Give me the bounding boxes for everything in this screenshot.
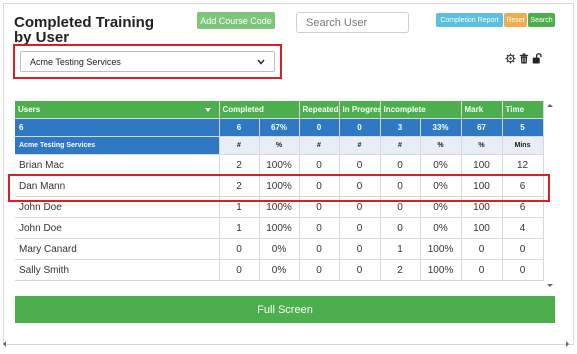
user-name[interactable]: Sally Smith	[15, 259, 220, 281]
full-screen-button[interactable]: Full Screen	[15, 296, 555, 323]
table-cell: 0%	[420, 154, 462, 176]
totals-cell: 0	[299, 118, 340, 137]
totals-cell: 3	[380, 118, 421, 137]
column-header-users[interactable]: Users	[15, 101, 220, 119]
scroll-down-icon	[547, 284, 553, 287]
table-cell: 0	[219, 238, 260, 260]
unit-cell: #	[219, 136, 260, 155]
table-cell: 100%	[259, 154, 300, 176]
table-cell: 12	[502, 154, 544, 176]
table-cell: 0	[299, 154, 340, 176]
table-actions	[505, 53, 543, 64]
table-row[interactable]: John Doe 1 100% 0 0 0 0% 100 4	[15, 217, 544, 239]
table-cell: 0%	[259, 259, 300, 281]
table-scrollbar[interactable]	[545, 101, 555, 290]
page-title-line2: by User	[14, 29, 70, 46]
table-cell: 0	[299, 238, 340, 260]
unit-cell: %	[259, 136, 300, 155]
unit-cell: %	[461, 136, 503, 155]
table-cell: 0%	[259, 238, 300, 260]
table-cell: 4	[502, 217, 544, 239]
table-cell: 100	[461, 217, 503, 239]
column-header-users-label: Users	[18, 105, 41, 114]
sort-icon[interactable]	[204, 108, 211, 112]
table-cell: 2	[219, 154, 260, 176]
search-button[interactable]: Search	[528, 13, 555, 27]
add-course-code-button[interactable]: Add Course Code	[197, 12, 275, 29]
group-row: Acme Testing Services # % # # # % % Mins	[15, 136, 544, 155]
unit-cell: #	[299, 136, 340, 155]
totals-cell: 33%	[420, 118, 462, 137]
table-cell: 0	[461, 238, 503, 260]
column-header-incomplete[interactable]: Incomplete	[380, 101, 462, 119]
totals-users: 6	[15, 118, 220, 137]
totals-cell: 5	[502, 118, 544, 137]
unlock-icon[interactable]	[532, 53, 543, 64]
trash-icon[interactable]	[519, 53, 529, 64]
unit-cell: #	[380, 136, 421, 155]
gear-icon[interactable]	[505, 53, 516, 64]
user-name[interactable]: John Doe	[15, 217, 220, 239]
row-highlight	[8, 174, 550, 202]
table-cell: 100%	[259, 217, 300, 239]
table-cell: 0	[502, 259, 544, 281]
unit-cell: Mins	[502, 136, 544, 155]
table-cell: 0	[502, 238, 544, 260]
totals-row: 6 6 67% 0 0 3 33% 67 5	[15, 118, 544, 137]
column-header-repeated[interactable]: Repeated	[299, 101, 340, 119]
unit-cell: %	[420, 136, 462, 155]
totals-cell: 0	[339, 118, 381, 137]
organization-select[interactable]: Acme Testing Services	[20, 51, 275, 72]
table-cell: 0	[339, 154, 381, 176]
column-header-completed[interactable]: Completed	[219, 101, 300, 119]
table-cell: 0	[339, 238, 381, 260]
table-cell: 100%	[420, 238, 462, 260]
scroll-right-icon	[566, 341, 569, 347]
user-name[interactable]: Mary Canard	[15, 238, 220, 260]
group-name[interactable]: Acme Testing Services	[15, 136, 220, 155]
table-cell: 1	[219, 217, 260, 239]
page-title-line1: Completed Training	[14, 14, 155, 31]
table-cell: 0	[339, 217, 381, 239]
table-row[interactable]: Brian Mac 2 100% 0 0 0 0% 100 12	[15, 154, 544, 176]
table-cell: 0	[461, 259, 503, 281]
table-cell: 1	[380, 238, 421, 260]
unit-cell: #	[339, 136, 381, 155]
column-header-mark[interactable]: Mark	[461, 101, 503, 119]
table-header: Users Completed Repeated In Progress Inc…	[15, 101, 544, 119]
table-cell: 0	[380, 217, 421, 239]
table-row[interactable]: Sally Smith 0 0% 0 0 2 100% 0 0	[15, 259, 544, 281]
table-cell: 0	[339, 259, 381, 281]
organization-select-value: Acme Testing Services	[30, 56, 121, 67]
table-cell: 0%	[420, 217, 462, 239]
table-cell: 2	[380, 259, 421, 281]
scroll-up-icon	[547, 104, 553, 107]
totals-cell: 67%	[259, 118, 300, 137]
chevron-down-icon	[257, 57, 265, 67]
table-row[interactable]: Mary Canard 0 0% 0 0 1 100% 0 0	[15, 238, 544, 260]
table-cell: 0	[299, 259, 340, 281]
page-title: Completed Training by User	[14, 15, 154, 45]
column-header-in-progress[interactable]: In Progress	[339, 101, 381, 119]
reset-button[interactable]: Reset	[504, 13, 527, 27]
column-header-time[interactable]: Time	[502, 101, 544, 119]
page-horizontal-scrollbar[interactable]	[0, 336, 577, 347]
table-cell: 0	[299, 217, 340, 239]
totals-cell: 6	[219, 118, 260, 137]
table-cell: 100%	[420, 259, 462, 281]
totals-cell: 67	[461, 118, 503, 137]
completion-report-button[interactable]: Completion Report	[436, 13, 503, 27]
table-cell: 0	[380, 154, 421, 176]
table-cell: 0	[219, 259, 260, 281]
user-name[interactable]: Brian Mac	[15, 154, 220, 176]
search-user-input[interactable]: Search User	[296, 12, 409, 33]
table-cell: 100	[461, 154, 503, 176]
scroll-left-icon	[3, 341, 6, 347]
